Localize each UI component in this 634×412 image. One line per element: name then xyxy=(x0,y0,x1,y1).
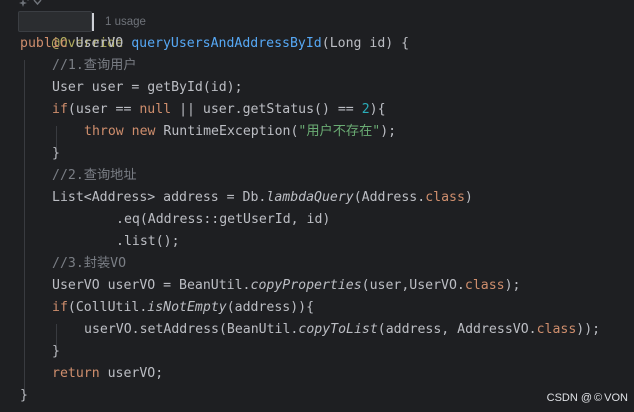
code-line-5[interactable]: if(user == null || user.getStatus() == 2… xyxy=(52,99,386,121)
watermark-prefix: CSDN @ xyxy=(546,392,593,404)
keyword-class: class xyxy=(536,322,577,337)
keyword-null: null xyxy=(139,102,172,117)
code-line-11[interactable]: .list(); xyxy=(116,231,180,253)
keyword-new: new xyxy=(131,124,156,139)
coll-part2: (address)){ xyxy=(226,300,315,315)
watermark-name: VON xyxy=(604,392,628,404)
exception-part2: ); xyxy=(380,124,397,139)
statement-get-user: User user = getById(id); xyxy=(52,80,243,95)
code-line-9[interactable]: List<Address> address = Db.lambdaQuery(A… xyxy=(52,187,473,209)
code-line-10[interactable]: .eq(Address::getUserId, id) xyxy=(116,209,330,231)
method-name: queryUsersAndAddressById xyxy=(131,36,322,51)
code-line-6[interactable]: throw new RuntimeException("用户不存在"); xyxy=(84,121,396,143)
set-part3: )); xyxy=(576,322,601,337)
exception-part1: RuntimeException( xyxy=(155,124,299,139)
copy-part1: UserVO userVO = BeanUtil. xyxy=(52,278,251,293)
query-part3: ) xyxy=(464,190,473,205)
closing-brace: } xyxy=(52,344,60,359)
query-part2: (Address. xyxy=(353,190,426,205)
code-line-12[interactable]: //3.封装VO xyxy=(52,253,126,275)
code-editor[interactable]: @Override 1 usage public UserVO queryUse… xyxy=(0,0,634,412)
set-part2: (address, AddressVO. xyxy=(377,322,537,337)
string-literal: "用户不存在" xyxy=(298,124,381,139)
comment-1: //1.查询用户 xyxy=(52,58,137,73)
comment-2: //2.查询地址 xyxy=(52,168,137,183)
keyword-public: public xyxy=(20,36,68,51)
code-line-14[interactable]: if(CollUtil.isNotEmpty(address)){ xyxy=(52,297,314,319)
keyword-if: if xyxy=(52,300,68,315)
keyword-throw: throw xyxy=(84,124,124,139)
static-method-copy-to-list: copyToList xyxy=(298,322,378,337)
if-cond-part2: || user.getStatus() == xyxy=(171,102,362,117)
query-part1: List<Address> address = Db. xyxy=(52,190,267,205)
closing-brace: } xyxy=(52,146,60,161)
code-line-15[interactable]: userVO.setAddress(BeanUtil.copyToList(ad… xyxy=(84,319,600,341)
return-type: UserVO xyxy=(75,36,124,51)
csdn-watermark: CSDN @ © VON xyxy=(547,390,628,406)
chevron-down-icon[interactable] xyxy=(33,0,42,8)
if-cond-part1: (user == xyxy=(67,102,140,117)
method-params: (Long id) { xyxy=(321,36,410,51)
if-cond-part3: ){ xyxy=(369,102,386,117)
copy-part2: (user,UserVO. xyxy=(361,278,465,293)
usage-hint[interactable]: 1 usage xyxy=(105,15,146,29)
text-caret xyxy=(92,13,94,31)
static-method-copy-properties: copyProperties xyxy=(250,278,362,293)
indent-guide xyxy=(24,60,25,390)
code-line-7[interactable]: } xyxy=(52,143,60,165)
closing-brace: } xyxy=(20,388,28,403)
copy-part3: ); xyxy=(504,278,521,293)
code-line-4[interactable]: User user = getById(id); xyxy=(52,77,243,99)
code-line-13[interactable]: UserVO userVO = BeanUtil.copyProperties(… xyxy=(52,275,520,297)
comment-3: //3.封装VO xyxy=(52,256,127,271)
keyword-class: class xyxy=(425,190,465,205)
static-method-is-not-empty: isNotEmpty xyxy=(147,300,227,315)
chain-eq: .eq(Address::getUserId, id) xyxy=(116,212,331,227)
code-line-2[interactable]: public UserVO queryUsersAndAddressById(L… xyxy=(20,33,409,55)
keyword-if: if xyxy=(52,102,68,117)
coll-part1: (CollUtil. xyxy=(67,300,148,315)
code-line-17[interactable]: return userVO; xyxy=(52,363,163,385)
set-part1: userVO.setAddress(BeanUtil. xyxy=(84,322,299,337)
watermark-symbol: © xyxy=(594,392,603,404)
keyword-class: class xyxy=(464,278,505,293)
code-line-18[interactable]: } xyxy=(20,385,28,407)
inlay-hint-toolbar xyxy=(18,0,42,8)
return-value: userVO; xyxy=(99,366,164,381)
code-line-16[interactable]: } xyxy=(52,341,60,363)
static-method-lambda-query: lambdaQuery xyxy=(266,190,354,205)
code-line-8[interactable]: //2.查询地址 xyxy=(52,165,137,187)
code-line-3[interactable]: //1.查询用户 xyxy=(52,55,137,77)
keyword-return: return xyxy=(52,366,100,381)
chain-list: .list(); xyxy=(116,234,180,249)
number-literal: 2 xyxy=(361,102,370,117)
sparkle-icon[interactable] xyxy=(18,0,30,8)
